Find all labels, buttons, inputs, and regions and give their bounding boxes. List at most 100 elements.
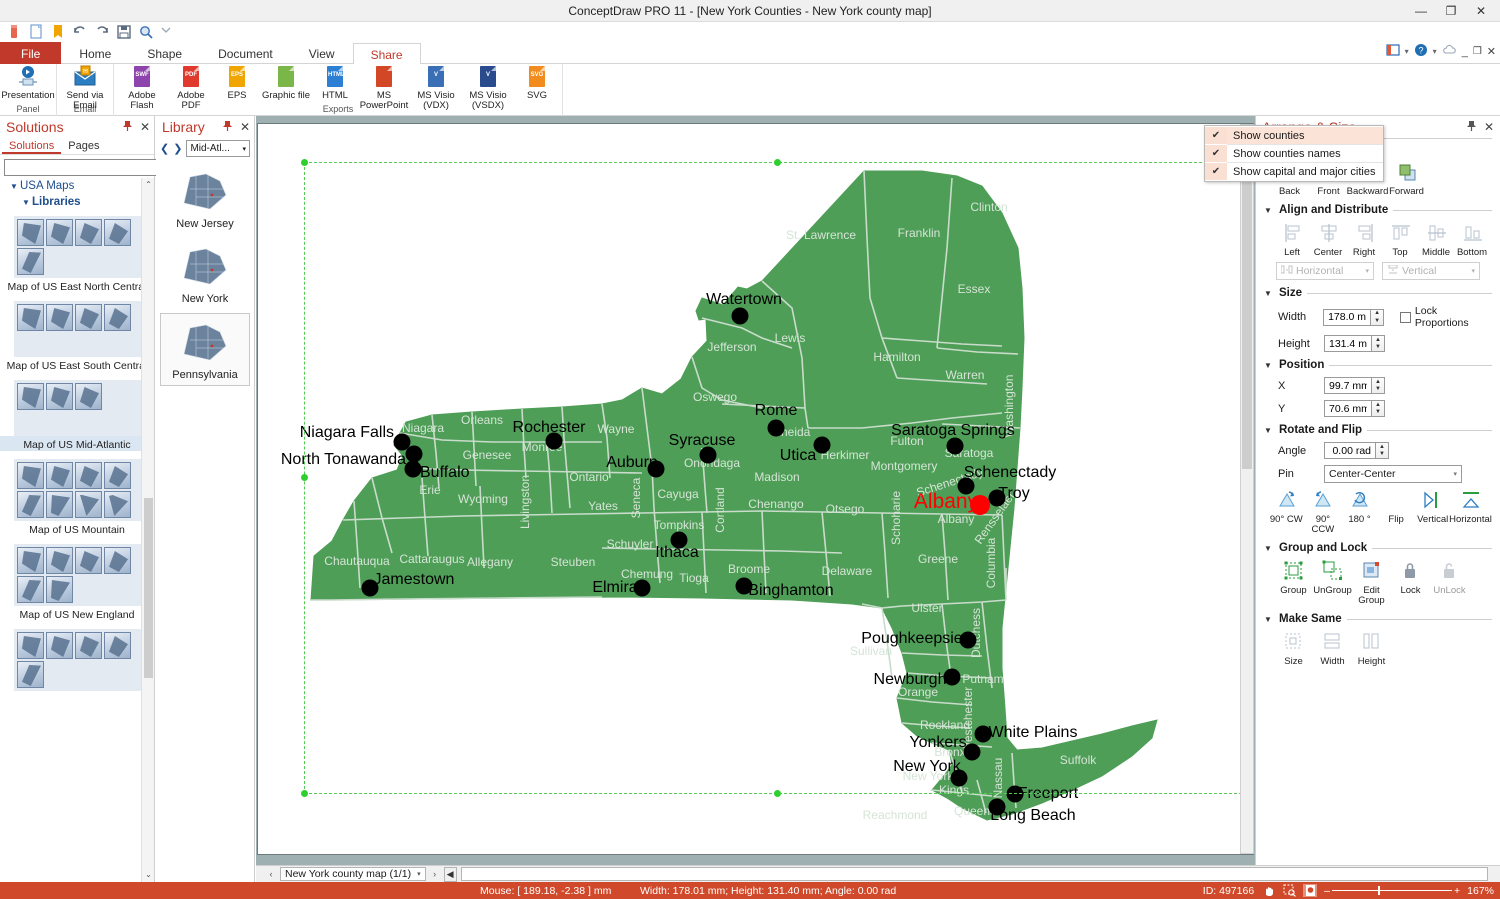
next-library-icon[interactable]: ❯ [173, 142, 182, 155]
tab-document[interactable]: Document [200, 42, 291, 64]
middle-button[interactable]: Middle [1418, 222, 1454, 258]
resize-handle-nw[interactable] [301, 159, 308, 166]
left-button[interactable]: Left [1274, 222, 1310, 258]
tab-share[interactable]: Share [352, 43, 421, 65]
chevron-down-icon[interactable] [160, 24, 176, 40]
redo-icon[interactable] [94, 24, 110, 40]
new-document-icon[interactable] [6, 24, 22, 40]
document-canvas[interactable]: St. Lawrence Franklin Clinton Essex Jefferso… [257, 123, 1254, 855]
lock-proportions-checkbox[interactable]: Lock Proportions [1400, 305, 1492, 329]
chevron-down-icon[interactable]: ▼ [1264, 361, 1274, 370]
solution-library-group[interactable]: Map of US East South Central [0, 295, 154, 374]
top-button[interactable]: Top [1382, 222, 1418, 258]
position-x-input[interactable] [1324, 377, 1372, 394]
context-menu-item-show-counties-names[interactable]: ✔ Show counties names [1205, 145, 1383, 162]
export-visio-vsdx-file-button[interactable]: V MS Visio (VSDX) [462, 64, 514, 110]
help-icon[interactable]: ? [1414, 43, 1428, 60]
ungroup-button[interactable]: UnGroup [1313, 560, 1352, 606]
shape-thumbnail[interactable] [46, 219, 73, 246]
chevron-down-icon[interactable]: ▼ [1264, 615, 1274, 624]
width-stepper[interactable]: ▲ ▼ [1371, 308, 1385, 326]
subtab-pages[interactable]: Pages [61, 138, 106, 154]
solution-library-group[interactable]: Map of US East North Central [0, 210, 154, 295]
shape-thumbnail[interactable] [104, 304, 131, 331]
close-button[interactable]: ✕ [1466, 1, 1496, 21]
height-button[interactable]: Height [1352, 631, 1391, 667]
canvas-vscrollbar-thumb[interactable] [1242, 139, 1252, 469]
export-eps-file-button[interactable]: EPS EPS [214, 64, 260, 101]
add-page-icon[interactable]: ◀ [443, 866, 457, 882]
export-powerpoint-file-button[interactable]: MS PowerPoint [358, 64, 410, 110]
shape-thumbnail[interactable] [75, 462, 102, 489]
size-button[interactable]: Size [1274, 631, 1313, 667]
ribbon-display-options-icon[interactable] [1386, 43, 1400, 60]
shape-thumbnail[interactable] [17, 383, 44, 410]
shape-thumbnail[interactable] [17, 248, 44, 275]
180-button[interactable]: 180 ° [1341, 489, 1378, 535]
tab-home[interactable]: Home [61, 42, 129, 64]
save-icon[interactable] [116, 24, 132, 40]
position-y-stepper[interactable]: ▲ ▼ [1372, 400, 1385, 417]
shape-thumbnail[interactable] [17, 491, 44, 518]
shape-thumbnail[interactable] [75, 491, 102, 518]
pin-combo[interactable]: Center-Center ▾ [1324, 465, 1462, 483]
right-button[interactable]: Right [1346, 222, 1382, 258]
solution-library-group[interactable]: Map of US New England [0, 538, 154, 623]
shape-thumbnail[interactable] [46, 462, 73, 489]
chevron-down-icon[interactable]: ▼ [1264, 206, 1274, 215]
position-y-input[interactable] [1324, 400, 1372, 417]
tab-file[interactable]: File [0, 42, 62, 64]
library-selector[interactable]: Mid-Atl... ▾ [186, 140, 250, 157]
resize-handle-n[interactable] [774, 159, 781, 166]
solutions-scrollbar[interactable]: ⌃ ⌄ [141, 178, 154, 882]
center-button[interactable]: Center [1310, 222, 1346, 258]
shape-thumbnail[interactable] [75, 632, 102, 659]
width-input[interactable] [1323, 308, 1372, 326]
context-menu-item-show-capital-and-major-cities[interactable]: ✔ Show capital and major cities [1205, 163, 1383, 180]
forward-button[interactable]: Forward [1387, 161, 1426, 197]
page-prev-button[interactable]: ‹ [266, 869, 276, 879]
zoom-slider-knob[interactable] [1378, 886, 1380, 895]
shape-thumbnail[interactable] [17, 462, 44, 489]
prev-library-icon[interactable]: ❮ [160, 142, 169, 155]
export-swf-file-button[interactable]: SWF Adobe Flash [116, 64, 168, 110]
ribbon-options-caret-icon[interactable]: ▾ [1405, 47, 1409, 56]
export-html-file-button[interactable]: HTML HTML [312, 64, 358, 101]
shape-thumbnail[interactable] [46, 491, 73, 518]
cloud-icon[interactable] [1442, 43, 1457, 60]
tab-shape[interactable]: Shape [129, 42, 200, 64]
shape-thumbnail[interactable] [75, 304, 102, 331]
library-item-new-jersey[interactable]: New Jersey [160, 163, 250, 234]
lock-button[interactable]: Lock [1391, 560, 1430, 606]
resize-handle-s[interactable] [774, 790, 781, 797]
chevron-down-icon[interactable]: ▼ [1264, 426, 1274, 435]
chevron-down-icon[interactable]: ▼ [1264, 544, 1274, 553]
shape-thumbnail[interactable] [17, 632, 44, 659]
undo-icon[interactable] [72, 24, 88, 40]
export-visio-vdx-file-button[interactable]: V MS Visio (VDX) [410, 64, 462, 110]
minimize-button[interactable]: — [1406, 1, 1436, 21]
edit-group-button[interactable]: Edit Group [1352, 560, 1391, 606]
canvas-vertical-scrollbar[interactable] [1240, 124, 1254, 854]
zoom-in-button[interactable]: + [1454, 885, 1460, 897]
angle-input[interactable] [1324, 442, 1376, 459]
shape-thumbnail[interactable] [104, 632, 131, 659]
shape-thumbnail[interactable] [17, 661, 44, 688]
90-ccw-button[interactable]: 90° CCW [1305, 489, 1342, 535]
zoom-page-icon[interactable] [1303, 884, 1318, 897]
width-button[interactable]: Width [1313, 631, 1352, 667]
map-context-menu[interactable]: ✔ Show counties ✔ Show counties names ✔ Show … [1204, 125, 1384, 182]
shape-thumbnail[interactable] [104, 219, 131, 246]
resize-handle-w[interactable] [301, 474, 308, 481]
page-next-button[interactable]: › [430, 869, 440, 879]
solution-library-group[interactable]: Map of US Mid-Atlantic [0, 374, 154, 453]
export-image-file-button[interactable]: Graphic file [260, 64, 312, 101]
export-pdf-file-button[interactable]: PDF Adobe PDF [168, 64, 214, 110]
tab-view[interactable]: View [291, 42, 353, 64]
chevron-down-icon[interactable]: ▼ [1264, 289, 1274, 298]
bottom-button[interactable]: Bottom [1454, 222, 1490, 258]
position-x-stepper[interactable]: ▲ ▼ [1372, 377, 1385, 394]
zoom-selection-icon[interactable] [1282, 884, 1296, 897]
distribute-horizontal-combo[interactable]: Horizontal ▾ [1276, 262, 1374, 280]
shape-thumbnail[interactable] [17, 576, 44, 603]
